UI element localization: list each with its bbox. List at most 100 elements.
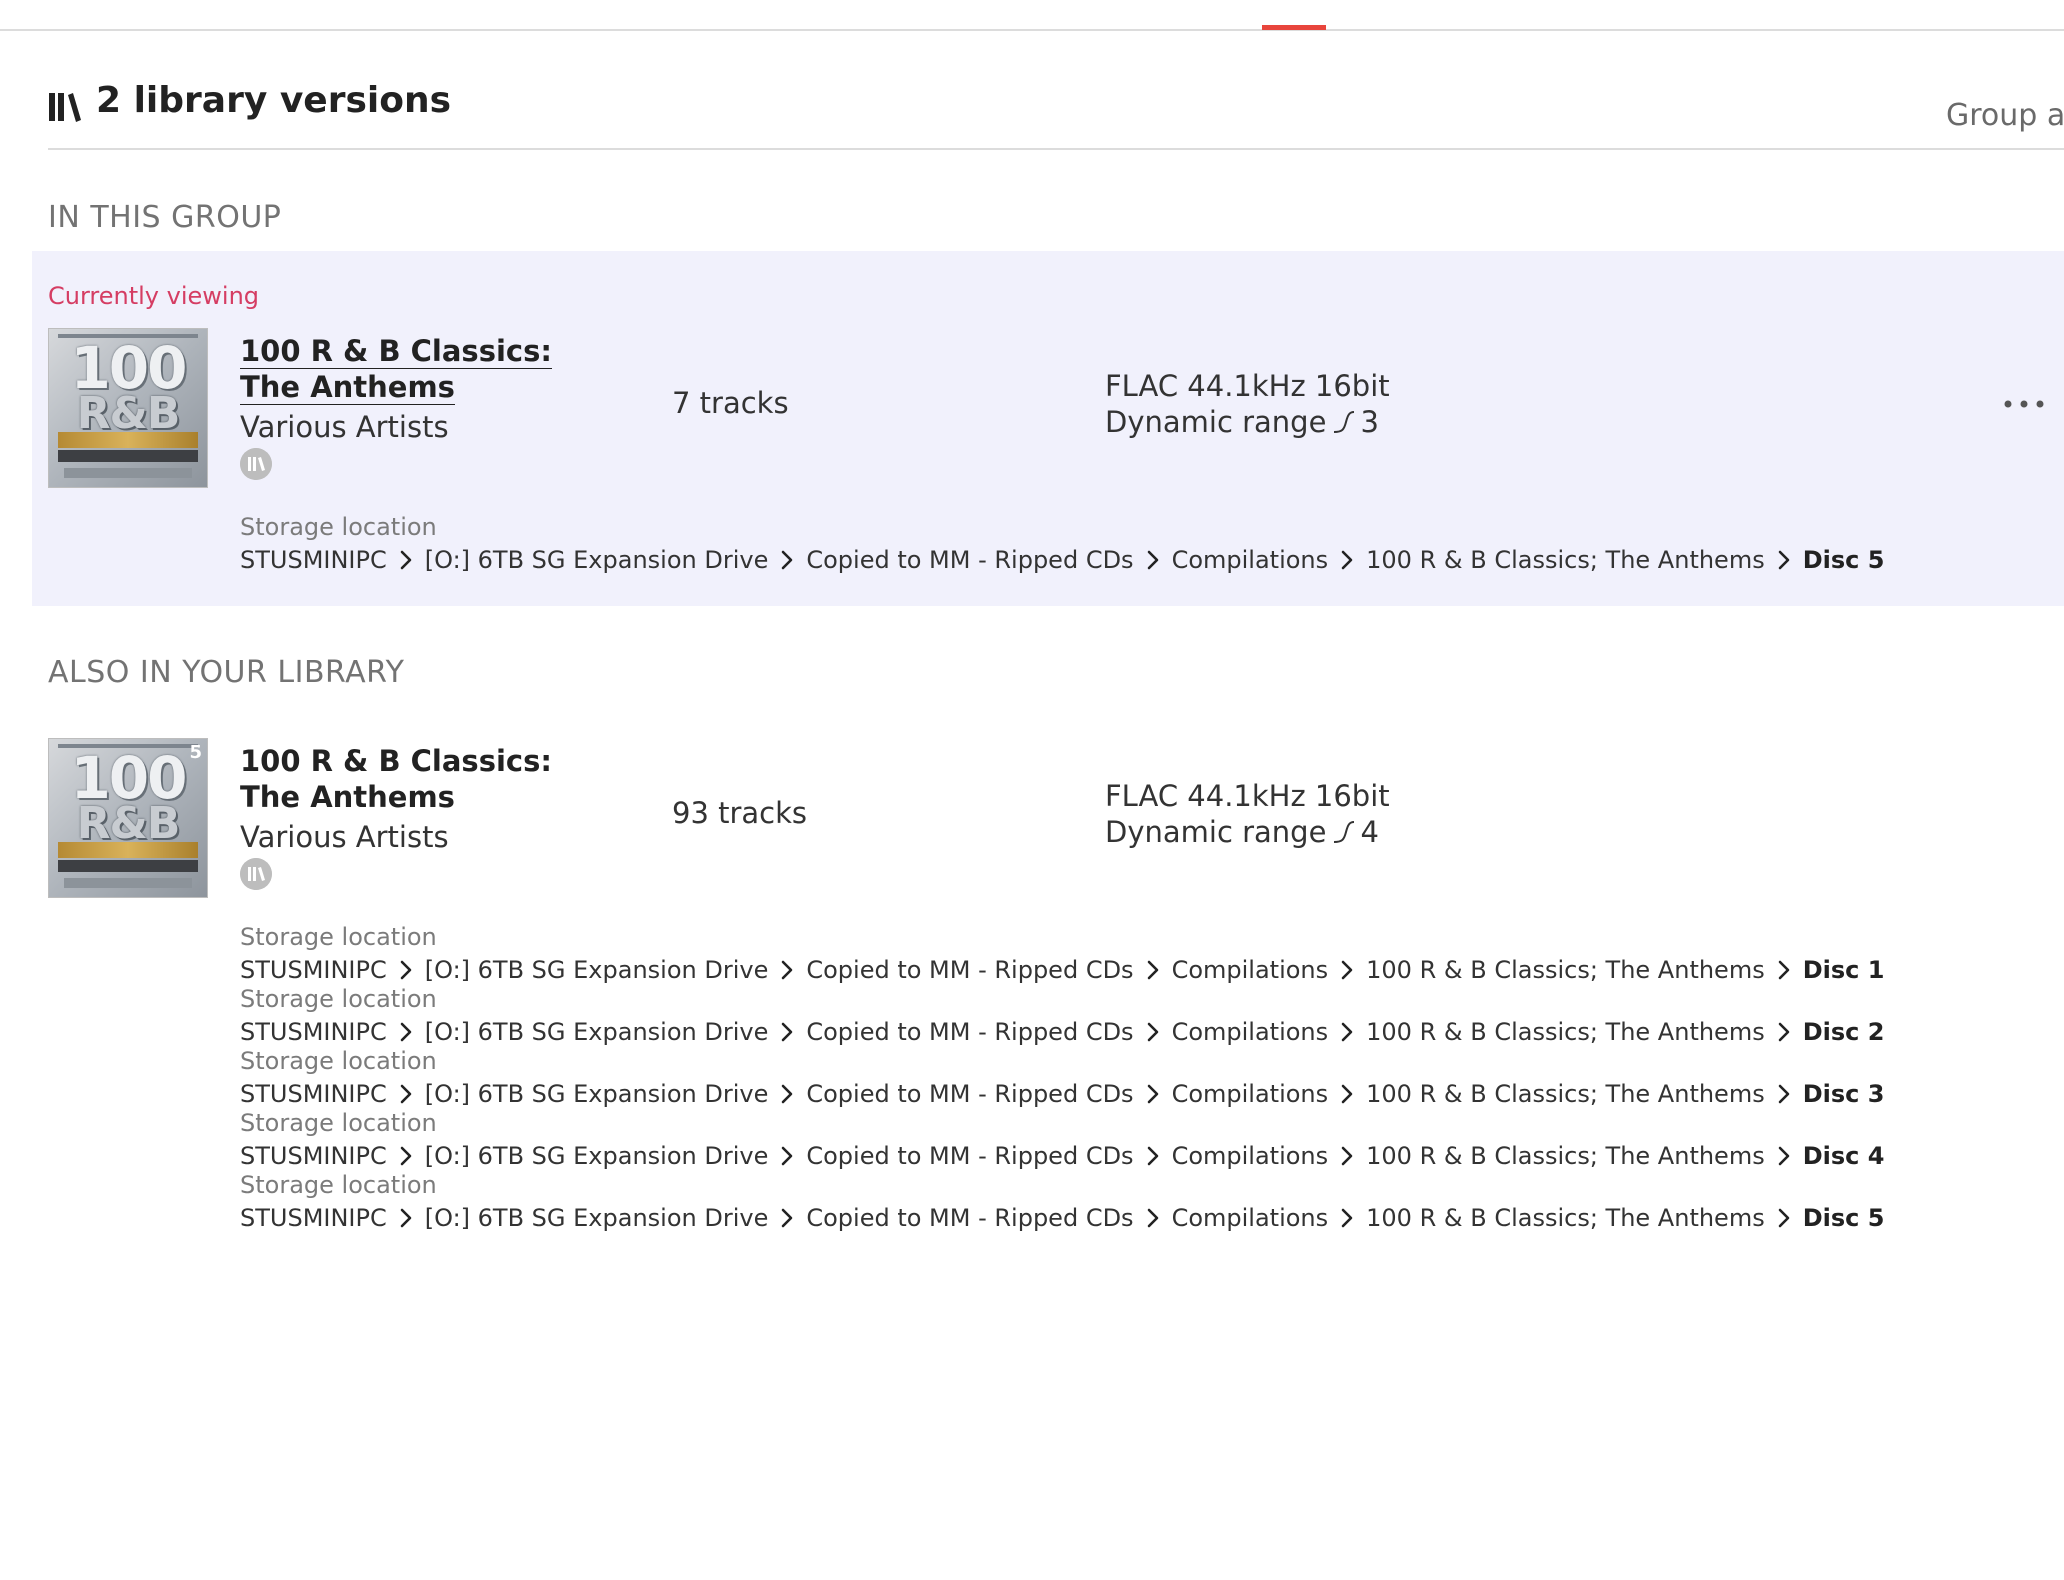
chevron-right-icon [1778, 1146, 1790, 1166]
dynamic-range: Dynamic range 4 [1105, 815, 1379, 849]
path-segment[interactable]: 100 R & B Classics; The Anthems [1366, 956, 1765, 984]
path-segment[interactable]: 100 R & B Classics; The Anthems [1366, 1018, 1765, 1046]
chevron-right-icon [782, 1084, 793, 1104]
chevron-right-icon [1147, 550, 1158, 570]
chevron-right-icon [400, 960, 412, 980]
audio-format: FLAC 44.1kHz 16bit [1105, 369, 1390, 403]
path-segment[interactable]: 100 R & B Classics; The Anthems [1366, 1204, 1765, 1232]
disc-count-badge: 5 [189, 742, 202, 763]
path-segment[interactable]: Compilations [1172, 956, 1329, 984]
storage-location-label: Storage location [240, 1109, 437, 1137]
chevron-right-icon [1341, 1146, 1353, 1166]
chevron-right-icon [1778, 960, 1790, 980]
storage-location-label: Storage location [240, 1047, 437, 1075]
path-segment[interactable]: Compilations [1172, 546, 1329, 574]
chevron-right-icon [1778, 550, 1790, 570]
path-segment[interactable]: 100 R & B Classics; The Anthems [1366, 1080, 1765, 1108]
path-segment[interactable]: Compilations [1172, 1018, 1329, 1046]
chevron-right-icon [1341, 1084, 1353, 1104]
section-label-also-in-library: ALSO IN YOUR LIBRARY [48, 655, 405, 690]
path-segment[interactable]: STUSMINIPC [240, 546, 387, 574]
chevron-right-icon [1147, 1022, 1158, 1042]
path-segment[interactable]: Compilations [1172, 1204, 1329, 1232]
path-segment[interactable]: [O:] 6TB SG Expansion Drive [425, 1018, 769, 1046]
chevron-right-icon [1147, 1146, 1158, 1166]
storage-location-label: Storage location [240, 1171, 437, 1199]
path-segment[interactable]: 100 R & B Classics; The Anthems [1366, 546, 1765, 574]
chevron-right-icon [1341, 550, 1353, 570]
storage-path: STUSMINIPC [O:] 6TB SG Expansion Drive Cop… [240, 1018, 1884, 1046]
chevron-right-icon [782, 1022, 793, 1042]
chevron-right-icon [782, 1208, 793, 1228]
library-badge-icon [240, 858, 272, 890]
chevron-right-icon [782, 960, 793, 980]
path-segment[interactable]: Compilations [1172, 1142, 1329, 1170]
album-cover[interactable]: 100 R&B 5 [48, 738, 208, 898]
storage-path: STUSMINIPC [O:] 6TB SG Expansion Drive Cop… [240, 1204, 1884, 1232]
versions-header: 2 library versions Group all [48, 60, 2064, 150]
chevron-right-icon [1147, 1208, 1158, 1228]
chevron-right-icon [400, 1208, 412, 1228]
chevron-right-icon [1341, 960, 1353, 980]
library-books-icon [49, 93, 81, 122]
storage-path: STUSMINIPC [O:] 6TB SG Expansion Drive Cop… [240, 546, 1884, 574]
group-all-button[interactable]: Group all [1946, 98, 2064, 133]
path-segment[interactable]: Compilations [1172, 1080, 1329, 1108]
path-segment[interactable]: STUSMINIPC [240, 956, 387, 984]
path-segment[interactable]: STUSMINIPC [240, 1018, 387, 1046]
top-divider [0, 29, 2064, 31]
path-segment[interactable]: Copied to MM - Ripped CDs [806, 1080, 1133, 1108]
album-title[interactable]: 100 R & B Classics: The Anthems [240, 743, 570, 815]
audio-format: FLAC 44.1kHz 16bit [1105, 779, 1390, 813]
more-options-button[interactable] [2002, 394, 2046, 414]
library-versions-page: 2 library versions Group all IN THIS GRO… [0, 0, 2064, 1580]
path-segment[interactable]: [O:] 6TB SG Expansion Drive [425, 1204, 769, 1232]
storage-path: STUSMINIPC [O:] 6TB SG Expansion Drive Cop… [240, 956, 1884, 984]
page-title: 2 library versions [96, 80, 452, 121]
path-segment[interactable]: Disc 5 [1803, 546, 1885, 574]
track-count: 93 tracks [672, 796, 808, 830]
path-segment[interactable]: Disc 3 [1803, 1080, 1885, 1108]
storage-location-label: Storage location [240, 923, 437, 951]
storage-path: STUSMINIPC [O:] 6TB SG Expansion Drive Cop… [240, 1142, 1884, 1170]
chevron-right-icon [1341, 1022, 1353, 1042]
library-badge-icon [240, 448, 272, 480]
path-segment[interactable]: Copied to MM - Ripped CDs [806, 956, 1133, 984]
path-segment[interactable]: Disc 1 [1803, 956, 1885, 984]
path-segment[interactable]: STUSMINIPC [240, 1080, 387, 1108]
currently-viewing-label: Currently viewing [48, 282, 260, 310]
section-label-in-group: IN THIS GROUP [48, 200, 282, 235]
chevron-right-icon [400, 550, 412, 570]
path-segment[interactable]: [O:] 6TB SG Expansion Drive [425, 956, 769, 984]
dynamic-range-icon [1334, 821, 1355, 843]
chevron-right-icon [782, 1146, 793, 1166]
path-segment[interactable]: Copied to MM - Ripped CDs [806, 546, 1133, 574]
path-segment[interactable]: [O:] 6TB SG Expansion Drive [425, 1080, 769, 1108]
dynamic-range-icon [1334, 411, 1355, 433]
storage-location-label: Storage location [240, 513, 437, 541]
track-count: 7 tracks [672, 386, 789, 420]
path-segment[interactable]: Copied to MM - Ripped CDs [806, 1142, 1133, 1170]
album-artist: Various Artists [240, 410, 449, 444]
path-segment[interactable]: Disc 5 [1803, 1204, 1885, 1232]
chevron-right-icon [400, 1084, 412, 1104]
album-artist: Various Artists [240, 820, 449, 854]
path-segment[interactable]: Disc 2 [1803, 1018, 1885, 1046]
path-segment[interactable]: STUSMINIPC [240, 1142, 387, 1170]
path-segment[interactable]: [O:] 6TB SG Expansion Drive [425, 546, 769, 574]
chevron-right-icon [1778, 1084, 1790, 1104]
chevron-right-icon [1778, 1208, 1790, 1228]
chevron-right-icon [782, 550, 793, 570]
album-cover[interactable]: 100 R&B [48, 328, 208, 488]
path-segment[interactable]: [O:] 6TB SG Expansion Drive [425, 1142, 769, 1170]
chevron-right-icon [1147, 1084, 1158, 1104]
path-segment[interactable]: STUSMINIPC [240, 1204, 387, 1232]
path-segment[interactable]: 100 R & B Classics; The Anthems [1366, 1142, 1765, 1170]
album-title-link[interactable]: 100 R & B Classics: The Anthems [240, 333, 570, 405]
storage-location-label: Storage location [240, 985, 437, 1013]
path-segment[interactable]: Copied to MM - Ripped CDs [806, 1204, 1133, 1232]
path-segment[interactable]: Disc 4 [1803, 1142, 1885, 1170]
path-segment[interactable]: Copied to MM - Ripped CDs [806, 1018, 1133, 1046]
active-tab-indicator [1262, 25, 1326, 30]
storage-path: STUSMINIPC [O:] 6TB SG Expansion Drive Cop… [240, 1080, 1884, 1108]
